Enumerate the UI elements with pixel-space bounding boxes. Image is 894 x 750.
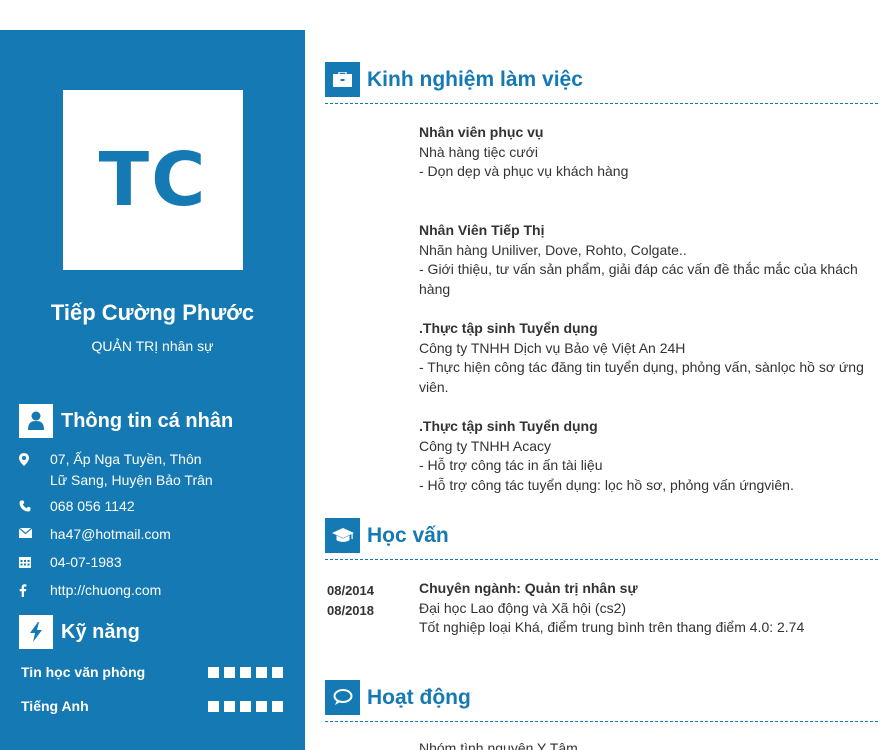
activities-title: Hoạt động — [367, 685, 471, 709]
email-text[interactable]: ha47@hotmail.com — [50, 524, 171, 545]
skill-item: Tiếng Anh — [21, 698, 283, 714]
lightning-icon — [19, 615, 53, 649]
skill-name: Tiếng Anh — [21, 698, 89, 714]
envelope-icon — [19, 524, 50, 545]
birthday-row: 04-07-1983 — [19, 552, 122, 573]
experience-entry: .Thực tập sinh Tuyển dụng Công ty TNHH A… — [419, 417, 874, 495]
email-row: ha47@hotmail.com — [19, 524, 171, 545]
activities-heading: Hoạt động — [325, 680, 878, 722]
education-entry: Chuyên ngành: Quản trị nhân sự Đại học L… — [419, 579, 874, 638]
job-description: - Dọn dẹp và phục vụ khách hàng — [419, 163, 629, 179]
map-pin-icon — [19, 449, 50, 491]
job-description: - Hỗ trợ công tác tuyển dụng: lọc hồ sơ,… — [419, 476, 794, 493]
education-school: Đại học Lao động và Xã hội (cs2) — [419, 599, 627, 616]
job-company: Nhãn hàng Uniliver, Dove, Rohto, Colgate… — [419, 241, 687, 258]
phone-text[interactable]: 068 056 1142 — [50, 496, 135, 517]
job-title: Nhân viên phục vụ — [419, 124, 544, 140]
sidebar: TC Tiếp Cường Phước QUẢN TRỊ nhân sự Thô… — [0, 30, 305, 750]
education-end-date: 08/2018 — [327, 603, 374, 618]
website-link[interactable]: http://chuong.com — [50, 580, 161, 601]
website-row: http://chuong.com — [19, 580, 161, 601]
address-line-2: Lữ Sang, Huyện Bảo Trân — [50, 472, 213, 488]
avatar: TC — [63, 90, 243, 270]
education-start-date: 08/2014 — [327, 583, 374, 598]
experience-title: Kinh nghiệm làm việc — [367, 67, 583, 91]
job-company: Nhà hàng tiệc cưới — [419, 143, 538, 160]
birthday-text: 04-07-1983 — [50, 554, 122, 570]
speech-bubble-icon — [325, 680, 360, 715]
profile-role: QUẢN TRỊ nhân sự — [91, 338, 214, 354]
education-title: Học vấn — [367, 523, 449, 547]
job-title: .Thực tập sinh Tuyển dụng — [419, 320, 598, 336]
phone-row: 068 056 1142 — [19, 496, 135, 517]
skill-level-dots — [208, 700, 283, 712]
job-description: - Giới thiệu, tư vấn sản phẩm, giải đáp … — [419, 261, 858, 297]
personal-info-title: Thông tin cá nhân — [61, 409, 234, 432]
user-icon — [19, 404, 53, 438]
phone-icon — [19, 496, 50, 517]
address-line-1: 07, Ấp Nga Tuyền, Thôn — [50, 451, 202, 467]
skill-name: Tin học văn phòng — [21, 664, 146, 680]
education-result: Tốt nghiệp loại Khá, điểm trung bình trê… — [419, 619, 805, 635]
job-title: Nhân Viên Tiếp Thị — [419, 222, 545, 238]
job-title: .Thực tập sinh Tuyển dụng — [419, 418, 598, 434]
education-heading: Học vấn — [325, 518, 878, 560]
activity-name: Nhóm tình nguyện Y Tâm — [419, 740, 578, 750]
calendar-icon — [19, 552, 50, 573]
job-description: - Thực hiện công tác đăng tin tuyển dụng… — [419, 359, 864, 395]
education-major: Chuyên ngành: Quản trị nhân sự — [419, 580, 638, 596]
experience-heading: Kinh nghiệm làm việc — [325, 62, 878, 104]
graduation-cap-icon — [325, 518, 360, 553]
job-description: - Hỗ trợ công tác in ấn tài liệu — [419, 457, 603, 473]
skills-heading: Kỹ năng — [19, 615, 140, 649]
experience-entry: .Thực tập sinh Tuyển dụng Công ty TNHH D… — [419, 319, 874, 397]
skills-title: Kỹ năng — [61, 620, 140, 643]
experience-entry: Nhân viên phục vụ Nhà hàng tiệc cưới - D… — [419, 123, 874, 182]
address-row: 07, Ấp Nga Tuyền, Thôn Lữ Sang, Huyện Bả… — [19, 449, 213, 491]
job-company: Công ty TNHH Dịch vụ Bảo vệ Việt An 24H — [419, 339, 686, 356]
job-company: Công ty TNHH Acacy — [419, 437, 552, 454]
activity-entry: Nhóm tình nguyện Y Tâm — [419, 739, 874, 750]
avatar-initials: TC — [98, 137, 208, 223]
facebook-icon — [19, 580, 50, 601]
personal-info-heading: Thông tin cá nhân — [19, 404, 233, 438]
briefcase-icon — [325, 62, 360, 97]
skill-level-dots — [208, 666, 283, 678]
education-dates: 08/2014 08/2018 — [327, 581, 374, 621]
skill-item: Tin học văn phòng — [21, 664, 283, 680]
profile-name: Tiếp Cường Phước — [50, 300, 255, 325]
experience-entry: Nhân Viên Tiếp Thị Nhãn hàng Uniliver, D… — [419, 221, 874, 299]
